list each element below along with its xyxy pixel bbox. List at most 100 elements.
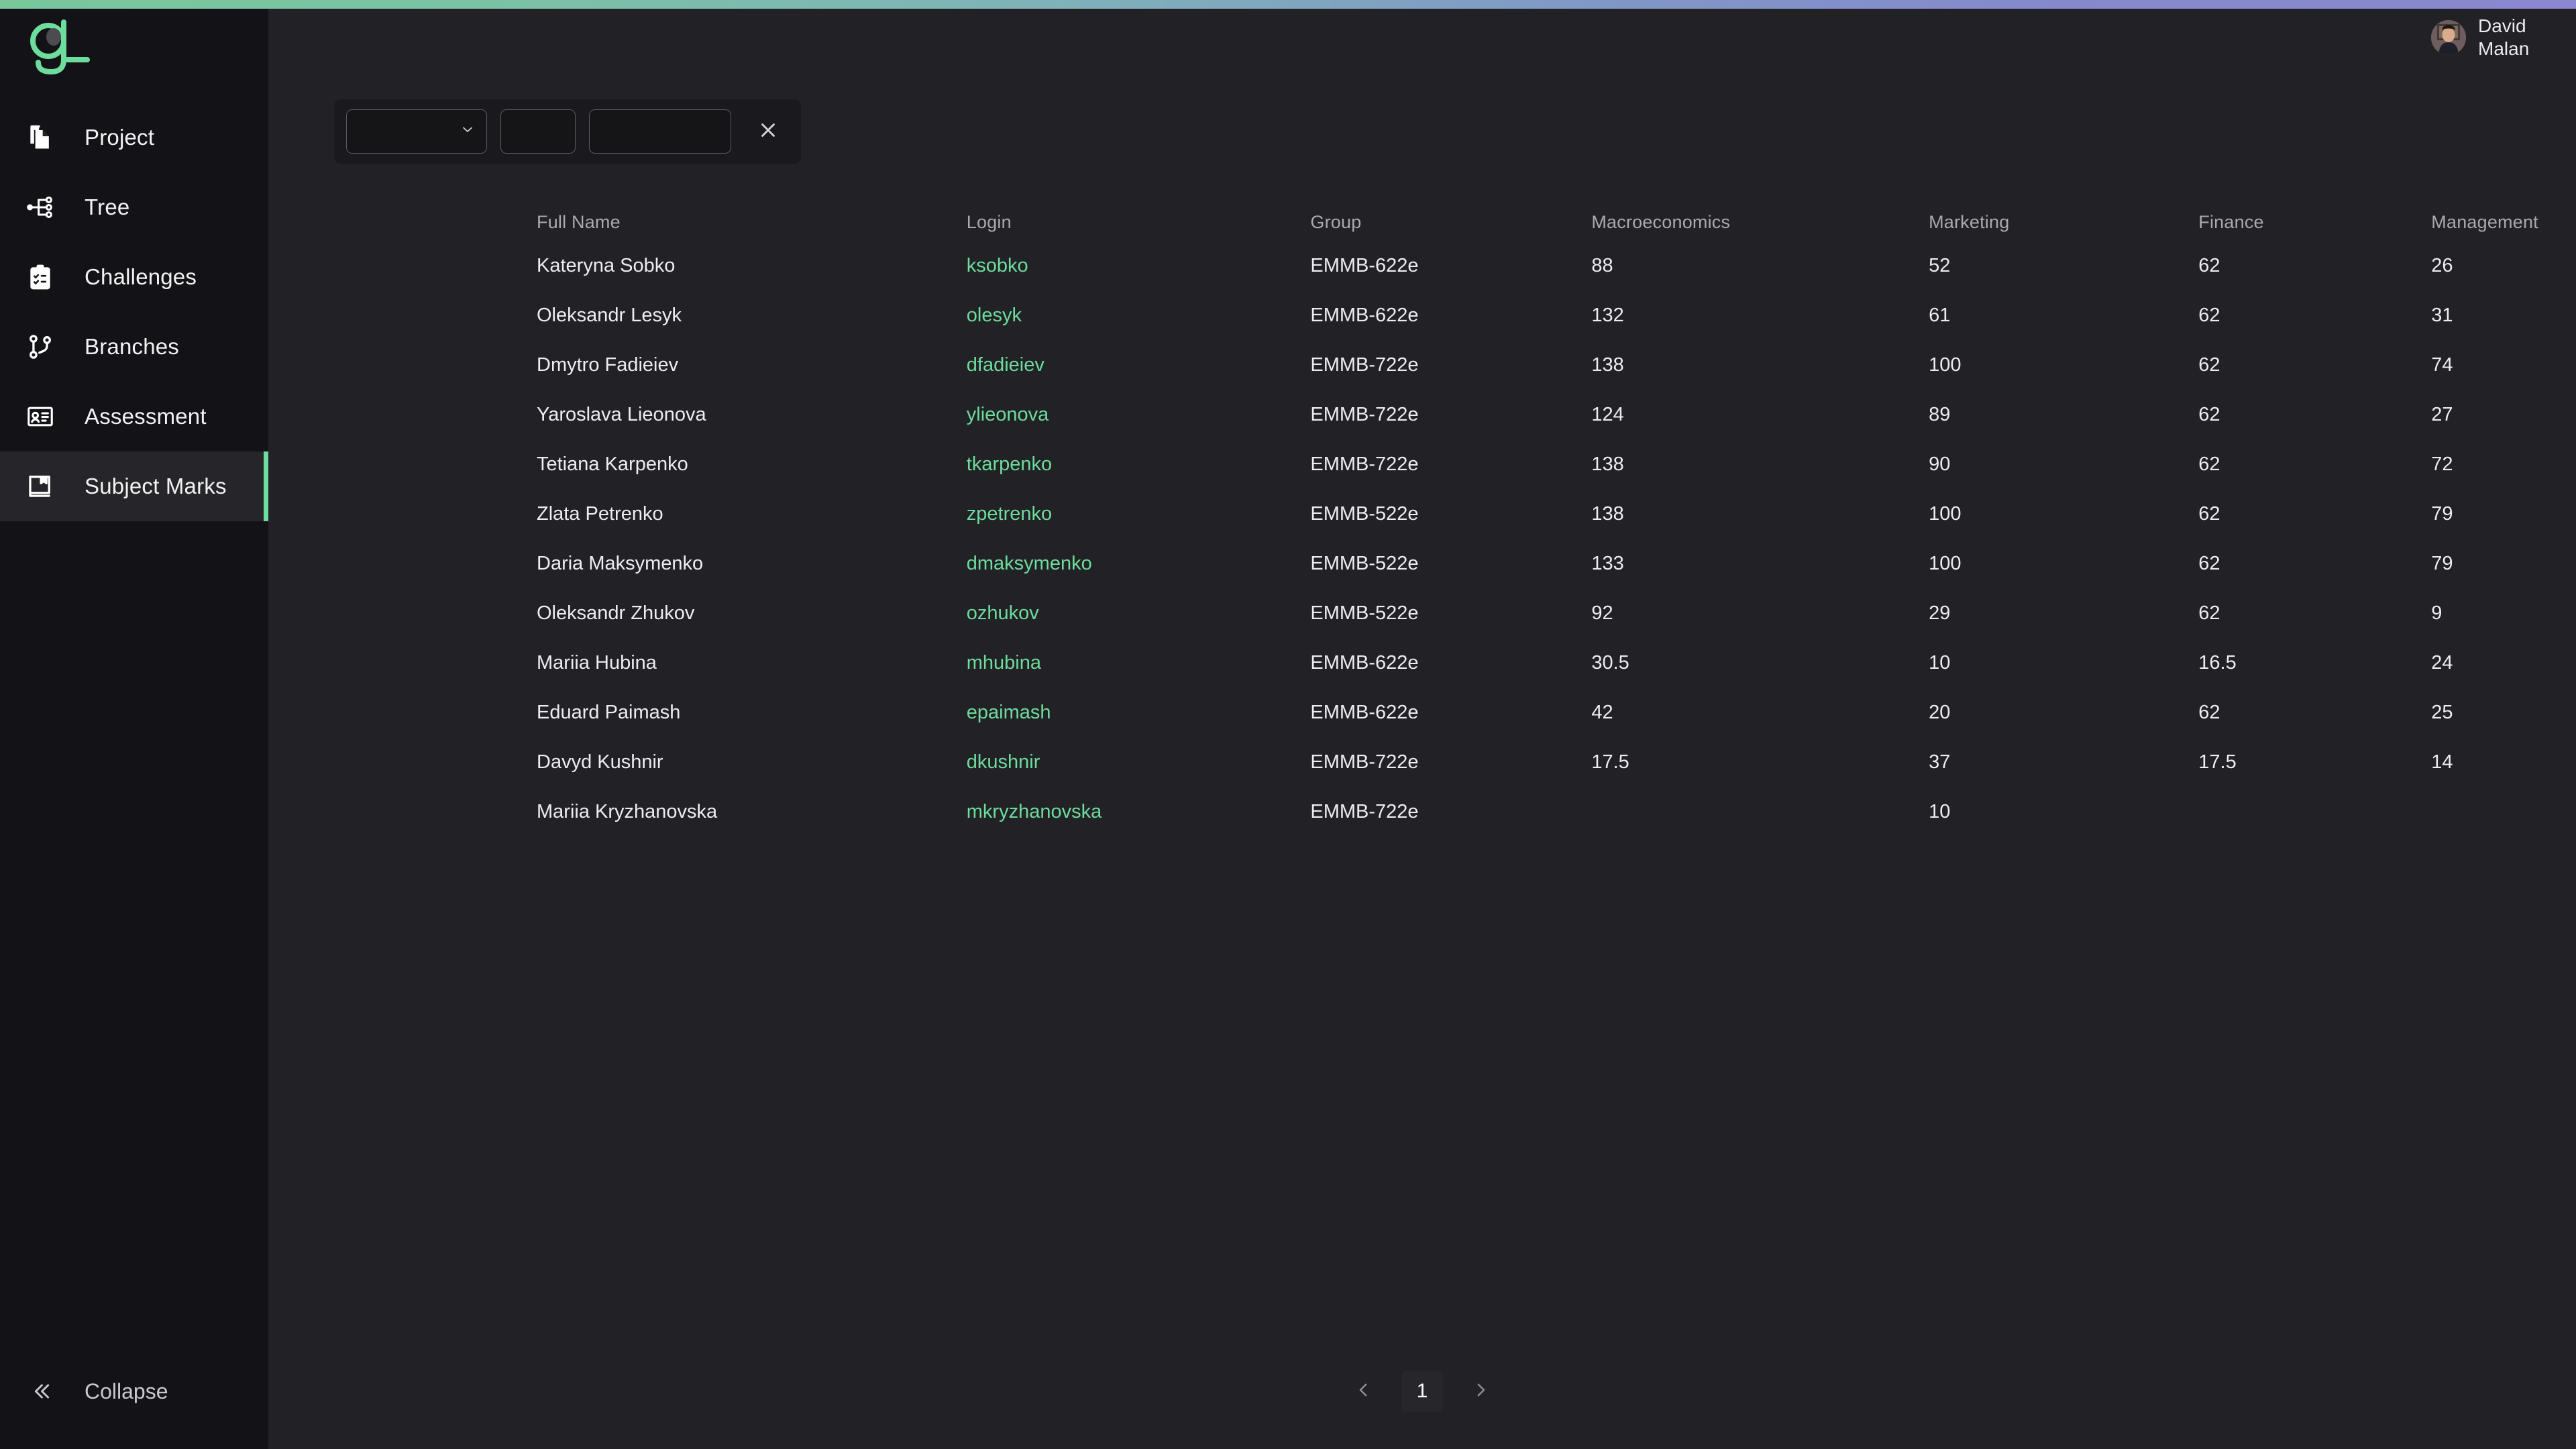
cell-full-name: Mariia Hubina [537, 651, 657, 674]
collapse-sidebar-button[interactable]: Collapse [0, 1364, 268, 1418]
app-logo[interactable] [23, 18, 97, 78]
cell-marketing: 29 [1929, 602, 1951, 624]
table-row[interactable]: Dmytro Fadieiev dfadieiev EMMB-722e 138 100 6… [537, 340, 2576, 390]
sidebar-item-branches[interactable]: Branches [0, 312, 268, 382]
cell-login[interactable]: tkarpenko [967, 453, 1311, 476]
cell-login[interactable]: epaimash [967, 702, 1311, 724]
cell-management: 31 [2431, 304, 2453, 326]
files-icon [23, 120, 58, 155]
cell-macroeconomics: 132 [1591, 304, 1624, 326]
table-row[interactable]: Daria Maksymenko dmaksymenko EMMB-522e 133 1… [537, 539, 2576, 588]
cell-login[interactable]: dfadieiev [967, 354, 1311, 376]
cell-marketing: 61 [1929, 304, 1951, 326]
user-first-name: David [2478, 15, 2526, 36]
main-content: Full Name Login Group Macroeconomics Mar… [268, 9, 2576, 1449]
cell-login[interactable]: mkryzhanovska [967, 801, 1311, 823]
sidebar-item-label: Project [85, 125, 155, 150]
table-body: Kateryna Sobko ksobko EMMB-622e 88 52 62 26 Ole… [537, 241, 2576, 837]
cell-macroeconomics: 138 [1591, 453, 1624, 475]
cell-full-name: Tetiana Karpenko [537, 453, 688, 475]
top-gradient-bar [0, 0, 2576, 9]
cell-management: 74 [2431, 354, 2453, 376]
cell-macroeconomics: 17.5 [1591, 751, 1629, 773]
filter-bar [334, 99, 801, 164]
cell-full-name: Yaroslava Lieonova [537, 403, 706, 425]
cell-login[interactable]: mhubina [967, 652, 1311, 674]
cell-group: EMMB-522e [1310, 552, 1419, 574]
sidebar-item-label: Challenges [85, 264, 197, 289]
table-row[interactable]: Mariia Kryzhanovska mkryzhanovska EMMB-722… [537, 787, 2576, 837]
sidebar-item-project[interactable]: Project [0, 103, 268, 172]
chevron-down-icon [460, 121, 476, 142]
cell-group: EMMB-722e [1310, 453, 1419, 475]
cell-group: EMMB-622e [1310, 651, 1419, 674]
cell-login[interactable]: zpetrenko [967, 503, 1311, 525]
cell-login[interactable]: olesyk [967, 305, 1311, 327]
pagination-prev-button[interactable] [1345, 1373, 1383, 1410]
cell-login[interactable]: dmaksymenko [967, 553, 1311, 575]
cell-marketing: 100 [1929, 552, 1962, 574]
cell-management: 79 [2431, 552, 2453, 574]
sidebar-nav: Project Tree Challenges Branches Assessm… [0, 103, 268, 521]
sidebar-item-assessment[interactable]: Assessment [0, 382, 268, 451]
table-row[interactable]: Oleksandr Zhukov ozhukov EMMB-522e 92 29 62 9 [537, 588, 2576, 638]
table-row[interactable]: Eduard Paimash epaimash EMMB-622e 42 20 62 25 [537, 688, 2576, 737]
sidebar-item-challenges[interactable]: Challenges [0, 242, 268, 312]
cell-marketing: 37 [1929, 751, 1951, 773]
table-row[interactable]: Mariia Hubina mhubina EMMB-622e 30.5 10 16.5 2… [537, 638, 2576, 688]
column-header-management: Management [2431, 211, 2538, 232]
cell-group: EMMB-722e [1310, 751, 1419, 773]
cell-macroeconomics: 30.5 [1591, 651, 1629, 674]
sidebar-item-tree[interactable]: Tree [0, 172, 268, 242]
pagination-next-button[interactable] [1462, 1373, 1499, 1410]
pagination-page-1[interactable]: 1 [1401, 1371, 1443, 1412]
user-last-name: Malan [2478, 38, 2530, 60]
table-row[interactable]: Tetiana Karpenko tkarpenko EMMB-722e 138 90 6… [537, 439, 2576, 489]
cell-finance: 62 [2198, 502, 2220, 525]
cell-group: EMMB-522e [1310, 602, 1419, 624]
sidebar-item-label: Tree [85, 195, 130, 219]
chevron-left-icon [1354, 1380, 1374, 1403]
sidebar-item-subject-marks[interactable]: Subject Marks [0, 451, 268, 521]
user-profile[interactable]: David Malan [2431, 15, 2552, 60]
cell-management: 9 [2431, 602, 2443, 624]
cell-full-name: Oleksandr Zhukov [537, 602, 695, 624]
cell-group: EMMB-722e [1310, 800, 1419, 822]
column-header-marketing: Marketing [1929, 211, 2010, 232]
column-header-login: Login [966, 211, 1012, 232]
table-row[interactable]: Zlata Petrenko zpetrenko EMMB-522e 138 100 62… [537, 489, 2576, 539]
cell-full-name: Zlata Petrenko [537, 502, 663, 525]
table-row[interactable]: Davyd Kushnir dkushnir EMMB-722e 17.5 37 17.5… [537, 737, 2576, 787]
table-row[interactable]: Kateryna Sobko ksobko EMMB-622e 88 52 62 26 [537, 241, 2576, 290]
cell-login[interactable]: ksobko [967, 255, 1311, 277]
close-icon [757, 119, 780, 145]
cell-login[interactable]: dkushnir [967, 751, 1311, 773]
column-header-group: Group [1310, 211, 1362, 232]
sidebar-item-label: Assessment [85, 404, 207, 429]
clear-filters-button[interactable] [747, 109, 789, 154]
cell-marketing: 20 [1929, 701, 1951, 723]
cell-group: EMMB-722e [1310, 354, 1419, 376]
cell-marketing: 52 [1929, 254, 1951, 276]
sidebar-item-label: Subject Marks [85, 474, 227, 498]
cell-finance: 62 [2198, 304, 2220, 326]
cell-management: 26 [2431, 254, 2453, 276]
table-row[interactable]: Yaroslava Lieonova ylieonova EMMB-722e 124 8… [537, 390, 2576, 439]
cell-login[interactable]: ozhukov [967, 602, 1311, 625]
subject-marks-table: Full Name Login Group Macroeconomics Mar… [537, 203, 2576, 837]
cell-finance: 16.5 [2198, 651, 2237, 674]
cell-group: EMMB-622e [1310, 254, 1419, 276]
cell-full-name: Eduard Paimash [537, 701, 681, 723]
cell-marketing: 10 [1929, 651, 1951, 674]
max-mark-input[interactable] [589, 109, 731, 154]
table-row[interactable]: Oleksandr Lesyk olesyk EMMB-622e 132 61 62 31 [537, 290, 2576, 340]
cell-macroeconomics: 42 [1591, 701, 1613, 723]
min-mark-input[interactable] [500, 109, 576, 154]
cell-marketing: 100 [1929, 502, 1962, 525]
subject-select[interactable] [346, 109, 487, 154]
avatar [2431, 20, 2466, 56]
cell-marketing: 100 [1929, 354, 1962, 376]
cell-management: 24 [2431, 651, 2453, 674]
cell-macroeconomics: 138 [1591, 354, 1624, 376]
cell-login[interactable]: ylieonova [967, 404, 1311, 426]
